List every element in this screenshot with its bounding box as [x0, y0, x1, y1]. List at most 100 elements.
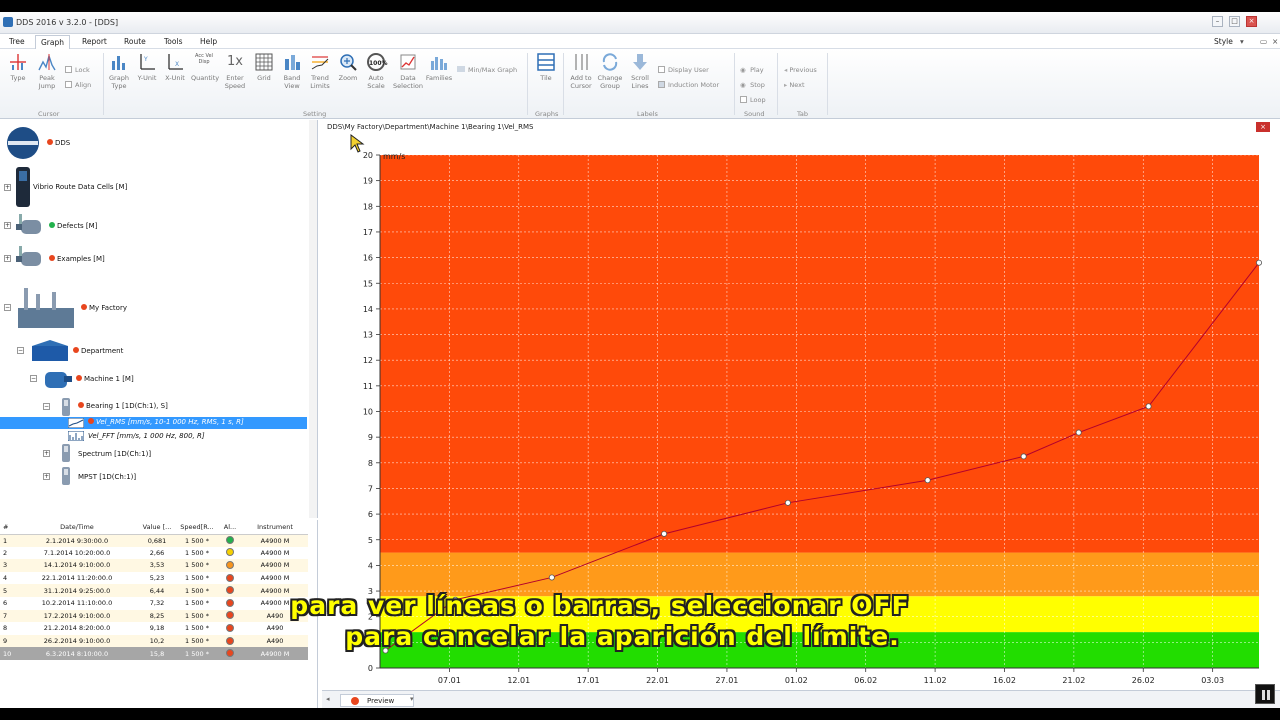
enter-speed-button[interactable]: 1x Enter Speed: [222, 51, 248, 111]
expand-icon[interactable]: −: [17, 347, 24, 354]
minmax-graph-button[interactable]: Min/Max Graph: [457, 66, 517, 74]
previous-button[interactable]: ◂ Previous: [784, 66, 817, 74]
tree-scrollbar[interactable]: [309, 120, 317, 518]
trend-limits-button[interactable]: Trend Limits: [307, 51, 333, 111]
tab-preview-label: Preview: [367, 697, 395, 705]
minmax-icon: [457, 66, 465, 72]
next-button[interactable]: ▸ Next: [784, 81, 805, 89]
lock-checkbox[interactable]: Lock: [65, 66, 90, 74]
expand-icon[interactable]: +: [4, 222, 11, 229]
graph-type-label: Graph Type: [109, 74, 129, 90]
expand-icon[interactable]: +: [4, 255, 11, 262]
maximize-button[interactable]: □: [1229, 16, 1240, 27]
expand-icon[interactable]: −: [43, 403, 50, 410]
induction-motor-button[interactable]: Induction Motor: [658, 81, 719, 89]
grid-button[interactable]: Grid: [251, 51, 277, 111]
close-graph-button[interactable]: ×: [1256, 122, 1270, 132]
expand-icon[interactable]: −: [30, 375, 37, 382]
status-dot: [49, 222, 55, 228]
next-icon: ▸: [784, 81, 788, 89]
tree-node-machine[interactable]: Machine 1 [M]: [76, 375, 134, 383]
tab-route[interactable]: Route: [119, 35, 151, 49]
tree-node-vel-rms[interactable]: Vel_RMS [mm/s, 10-1 000 Hz, RMS, 1 s, R]: [0, 417, 307, 429]
column-header[interactable]: Instrument: [242, 520, 308, 535]
tab-tree[interactable]: Tree: [4, 35, 30, 49]
tree-node-dds[interactable]: DDS: [47, 139, 70, 147]
row-number: 2: [0, 546, 16, 560]
tree-node-defects[interactable]: Defects [M]: [49, 222, 97, 230]
table-row[interactable]: 1 2.1.2014 9:30:00.0 0,681 1 500 * A4900 M: [0, 534, 308, 547]
x-tick-label: 16.02: [993, 676, 1016, 685]
play-button[interactable]: ◉ Play: [740, 66, 764, 74]
graph-type-button[interactable]: Graph Type: [106, 51, 132, 111]
tab-close-icon[interactable]: ▾: [410, 695, 414, 703]
row-number: 3: [0, 559, 16, 572]
expand-icon[interactable]: +: [43, 450, 50, 457]
pause-bar: [1262, 690, 1265, 700]
tab-graph[interactable]: Graph: [35, 35, 71, 49]
stop-button[interactable]: ◉ Stop: [740, 81, 765, 89]
tab-scroll-left-icon[interactable]: ◂: [326, 695, 330, 703]
tree-node-factory[interactable]: My Factory: [81, 304, 127, 312]
enter-speed-icon: 1x: [227, 54, 243, 69]
tab-preview[interactable]: Preview: [340, 694, 414, 707]
loop-checkbox[interactable]: Loop: [740, 96, 766, 104]
auto-scale-button[interactable]: 100% Auto Scale: [363, 51, 389, 111]
close-doc-icon[interactable]: ×: [1267, 35, 1280, 49]
sensor-icon: [62, 398, 70, 416]
mouse-pointer-icon: [350, 134, 365, 153]
families-icon: [431, 57, 447, 70]
tree-node-department[interactable]: Department: [73, 347, 123, 355]
band-view-button[interactable]: Band View: [279, 51, 305, 111]
x-unit-button[interactable]: X X-Unit: [162, 51, 188, 111]
data-selection-button[interactable]: Data Selection: [393, 51, 423, 111]
align-checkbox[interactable]: Align: [65, 81, 91, 89]
tile-button[interactable]: Tile: [533, 51, 559, 111]
x-tick-label: 06.02: [854, 676, 877, 685]
table-row[interactable]: 4 22.1.2014 11:20:00.0 5,23 1 500 * A4900 M: [0, 571, 308, 585]
column-header[interactable]: #: [0, 520, 16, 535]
y-unit-button[interactable]: Y Y-Unit: [134, 51, 160, 111]
row-speed: 1 500 *: [176, 571, 218, 585]
quantity-button[interactable]: Acc Vel Disp Quantity: [191, 51, 219, 111]
scroll-lines-button[interactable]: Scroll Lines: [627, 51, 653, 111]
tab-help[interactable]: Help: [195, 35, 222, 49]
pause-button[interactable]: [1255, 684, 1275, 704]
cursor-type-button[interactable]: Type: [5, 51, 31, 111]
style-dropdown[interactable]: Style: [1209, 35, 1238, 49]
expand-icon[interactable]: +: [4, 184, 11, 191]
families-button[interactable]: Families: [424, 51, 454, 111]
minimize-button[interactable]: –: [1212, 16, 1223, 27]
expand-icon[interactable]: +: [43, 473, 50, 480]
next-label: Next: [789, 81, 805, 89]
add-to-cursor-button[interactable]: Add to Cursor: [568, 51, 594, 111]
display-user-checkbox[interactable]: Display User: [658, 66, 709, 74]
dds-logo-icon: [7, 127, 39, 159]
column-header[interactable]: Al...: [218, 520, 242, 535]
column-header[interactable]: Value [...: [138, 520, 176, 535]
table-row[interactable]: 3 14.1.2014 9:10:00.0 3,53 1 500 * A4900 M: [0, 559, 308, 572]
subtitle-line-2: para cancelar la aparición del límite.: [345, 622, 900, 651]
column-header[interactable]: Date/Time: [16, 520, 138, 535]
tab-tools[interactable]: Tools: [159, 35, 187, 49]
column-header[interactable]: Speed[R...: [176, 520, 218, 535]
table-row[interactable]: 2 7.1.2014 10:20:00.0 2,66 1 500 * A4900 M: [0, 546, 308, 560]
close-button[interactable]: ×: [1246, 16, 1257, 27]
peak-jump-button[interactable]: Peak Jump: [34, 51, 60, 111]
change-group-button[interactable]: Change Group: [597, 51, 623, 111]
tree-node-bearing[interactable]: Bearing 1 [1D(Ch:1), S]: [78, 402, 168, 410]
zoom-button[interactable]: Zoom: [335, 51, 361, 111]
row-value: 0,681: [138, 534, 176, 547]
tree-node-vibrio[interactable]: Vibrio Route Data Cells [M]: [33, 183, 127, 191]
arrow-down-icon: [633, 54, 647, 70]
x-tick-label: 21.02: [1062, 676, 1085, 685]
tree-node-vel-fft[interactable]: Vel_FFT [mm/s, 1 000 Hz, 800, R]: [88, 432, 205, 440]
y-tick-label: 17: [363, 228, 373, 237]
tree-node-examples[interactable]: Examples [M]: [49, 255, 105, 263]
expand-icon[interactable]: −: [4, 304, 11, 311]
tree-node-mpst[interactable]: MPST [1D(Ch:1)]: [78, 473, 136, 481]
tab-report[interactable]: Report: [77, 35, 112, 49]
tree-node-spectrum[interactable]: Spectrum [1D(Ch:1)]: [78, 450, 151, 458]
style-chevron-icon[interactable]: ▾: [1235, 35, 1249, 49]
spectrum-chart-icon: [68, 431, 84, 441]
